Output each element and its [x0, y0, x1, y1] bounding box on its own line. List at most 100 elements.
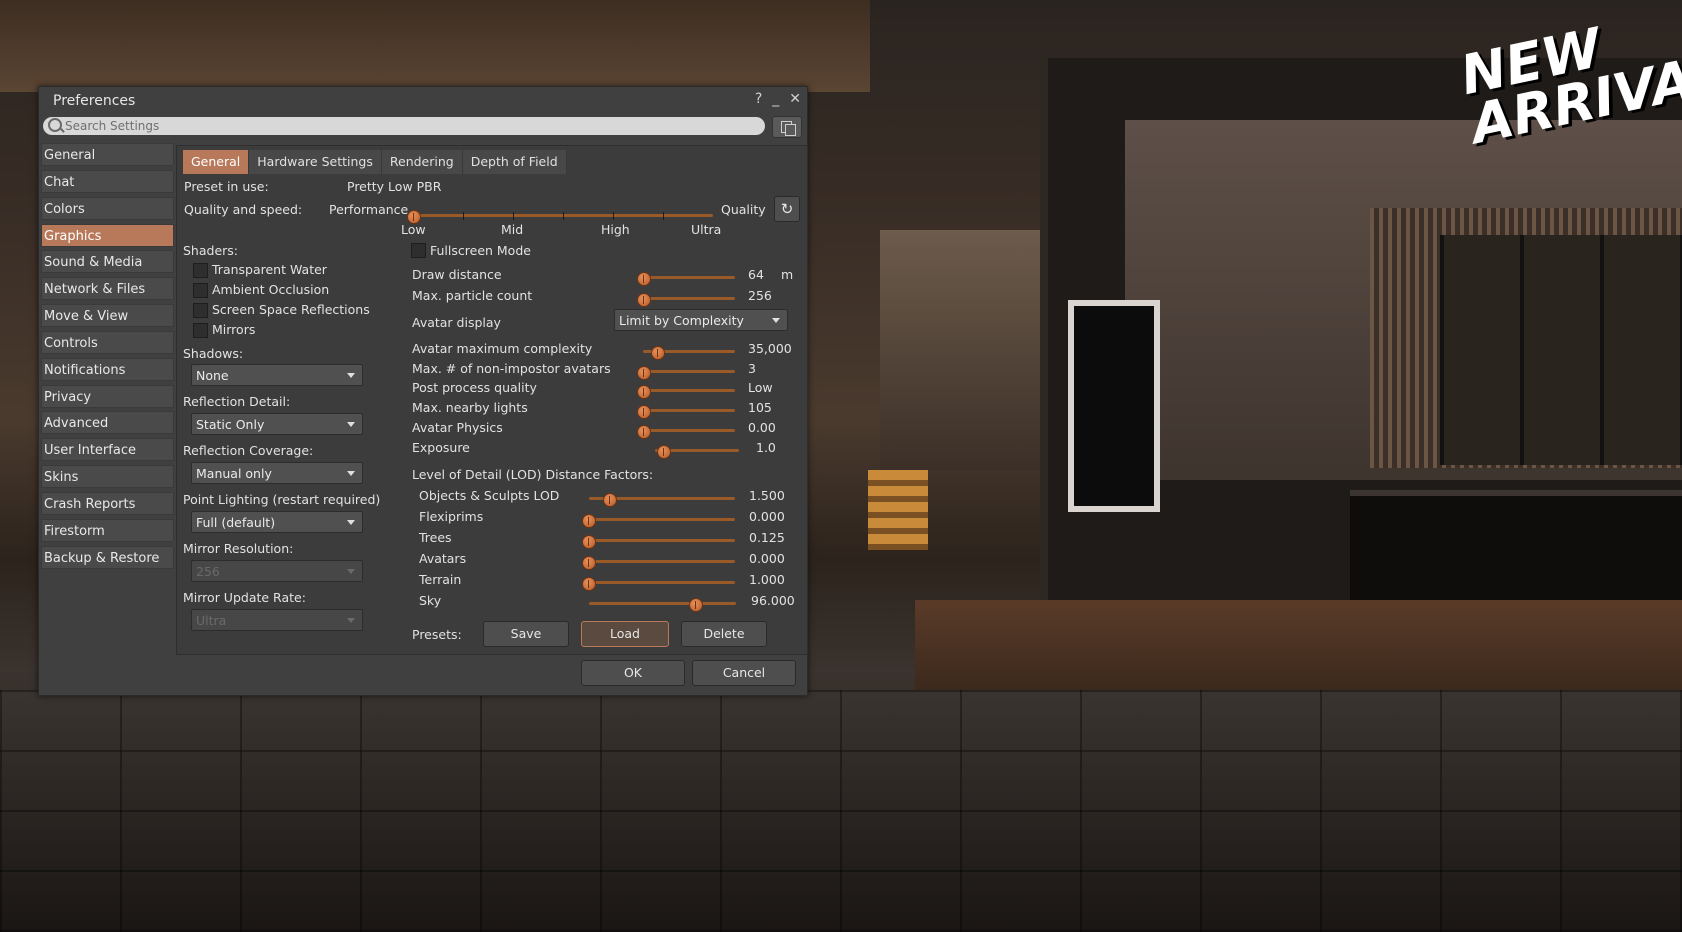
shader-checkbox-screen-space-reflections[interactable] [193, 303, 208, 318]
setting-slider-handle[interactable] [650, 346, 665, 360]
reset-quality-button[interactable]: ↻ [774, 196, 800, 222]
sidebar-item-network-files[interactable]: Network & Files [41, 277, 174, 301]
sidebar-item-chat[interactable]: Chat [41, 169, 174, 193]
sidebar-item-notifications[interactable]: Notifications [41, 357, 174, 381]
sidebar-item-graphics[interactable]: Graphics [41, 223, 174, 247]
lod-item-value: 96.000 [751, 593, 795, 608]
setting-unit: m [781, 267, 794, 282]
lod-item-label: Terrain [419, 572, 462, 587]
shader-label: Mirrors [212, 322, 256, 337]
tab-depth-of-field[interactable]: Depth of Field [462, 150, 567, 174]
sidebar-item-move-view[interactable]: Move & View [41, 304, 174, 328]
lod-slider-track[interactable] [588, 518, 735, 521]
ok-button[interactable]: OK [581, 660, 685, 686]
lod-slider-handle[interactable] [582, 514, 596, 528]
lod-slider-handle[interactable] [603, 493, 618, 507]
shader-label: Transparent Water [212, 262, 327, 277]
mirror-resolution-label: Mirror Resolution: [183, 541, 294, 556]
setting-slider-handle[interactable] [637, 425, 651, 439]
tab-rendering[interactable]: Rendering [381, 150, 463, 174]
shader-checkbox-ambient-occlusion[interactable] [193, 283, 208, 298]
setting-label: Avatar Physics [412, 420, 503, 435]
fullscreen-label: Fullscreen Mode [430, 243, 531, 258]
avatar-display-value: Limit by Complexity [619, 313, 744, 328]
lod-slider-track[interactable] [588, 560, 735, 563]
setting-slider-handle[interactable] [657, 445, 672, 459]
setting-slider-handle[interactable] [637, 385, 651, 399]
title-bar[interactable]: Preferences ? _ ✕ [39, 87, 807, 115]
shadows-dropdown[interactable]: None [191, 364, 363, 386]
preset-label: Preset in use: [184, 179, 269, 194]
lod-slider-track[interactable] [588, 581, 735, 584]
shader-checkbox-transparent-water[interactable] [193, 263, 208, 278]
setting-label: Draw distance [412, 267, 502, 282]
sidebar-item-general[interactable]: General [41, 143, 174, 166]
sidebar-item-backup-restore[interactable]: Backup & Restore [41, 545, 174, 569]
setting-label: Avatar maximum complexity [412, 341, 593, 356]
save-preset-button[interactable]: Save [483, 621, 569, 647]
lod-item-label: Sky [419, 593, 442, 608]
sidebar-item-crash-reports[interactable]: Crash Reports [41, 491, 174, 515]
preset-value: Pretty Low PBR [347, 179, 442, 194]
setting-label: Exposure [412, 440, 470, 455]
help-icon[interactable]: ? [755, 91, 762, 107]
setting-slider-track[interactable] [643, 297, 735, 300]
point-lighting-dropdown[interactable]: Full (default) [191, 511, 363, 533]
graphics-panel: General Hardware Settings Rendering Depth o… [176, 145, 808, 655]
lod-item-value: 0.000 [749, 551, 785, 566]
sidebar-item-sound-media[interactable]: Sound & Media [41, 250, 174, 274]
search-input[interactable]: Search Settings [43, 117, 765, 135]
sidebar-item-user-interface[interactable]: User Interface [41, 438, 174, 462]
mirror-update-dropdown: Ultra [191, 609, 363, 631]
lod-slider-track[interactable] [589, 602, 736, 605]
setting-slider-track[interactable] [643, 389, 735, 392]
reflection-detail-label: Reflection Detail: [183, 394, 291, 409]
lod-slider-handle[interactable] [688, 598, 703, 612]
chevron-down-icon [772, 318, 780, 323]
setting-slider-track[interactable] [643, 429, 735, 432]
reflection-detail-dropdown[interactable]: Static Only [191, 413, 363, 435]
tab-hardware-settings[interactable]: Hardware Settings [249, 150, 382, 174]
fullscreen-checkbox[interactable] [411, 243, 426, 258]
minimize-icon[interactable]: _ [772, 91, 779, 107]
refresh-icon: ↻ [780, 200, 794, 218]
setting-slider-handle[interactable] [637, 272, 651, 286]
load-preset-button[interactable]: Load [581, 621, 669, 647]
sidebar-item-colors[interactable]: Colors [41, 196, 174, 220]
lod-slider-handle[interactable] [582, 556, 596, 570]
delete-preset-button[interactable]: Delete [681, 621, 767, 647]
copy-search-button[interactable] [772, 116, 802, 138]
cancel-button[interactable]: Cancel [692, 660, 796, 686]
setting-slider-handle[interactable] [637, 293, 651, 307]
reflection-coverage-dropdown[interactable]: Manual only [191, 462, 363, 484]
quality-label: Quality and speed: [184, 202, 303, 217]
setting-slider-handle[interactable] [637, 366, 651, 380]
sidebar-item-skins[interactable]: Skins [41, 465, 174, 489]
sidebar-item-advanced[interactable]: Advanced [41, 411, 174, 435]
setting-slider-track[interactable] [643, 370, 735, 373]
setting-label: Post process quality [412, 380, 537, 395]
sidebar-item-firestorm[interactable]: Firestorm [41, 518, 174, 542]
sidebar-item-controls[interactable]: Controls [41, 330, 174, 354]
avatar-display-dropdown[interactable]: Limit by Complexity [614, 309, 788, 331]
setting-value: Low [748, 380, 773, 395]
shader-label: Ambient Occlusion [212, 282, 330, 297]
tab-bar: General Hardware Settings Rendering Depth o… [183, 150, 567, 174]
chevron-down-icon [347, 373, 355, 378]
sidebar-item-privacy[interactable]: Privacy [41, 384, 174, 408]
setting-slider-track[interactable] [643, 276, 735, 279]
tab-general[interactable]: General [183, 150, 250, 174]
setting-slider-track[interactable] [643, 409, 735, 412]
quality-left-label: Performance [329, 202, 409, 217]
setting-value: 1.0 [756, 440, 776, 455]
quality-right-label: Quality [721, 202, 766, 217]
setting-slider-handle[interactable] [637, 405, 651, 419]
shader-checkbox-mirrors[interactable] [193, 323, 208, 338]
lod-slider-handle[interactable] [582, 577, 596, 591]
setting-label: Max. particle count [412, 288, 533, 303]
setting-label: Max. nearby lights [412, 400, 528, 415]
close-icon[interactable]: ✕ [789, 91, 801, 107]
lod-slider-handle[interactable] [582, 535, 596, 549]
doorway [880, 230, 1040, 470]
lod-slider-track[interactable] [588, 539, 735, 542]
